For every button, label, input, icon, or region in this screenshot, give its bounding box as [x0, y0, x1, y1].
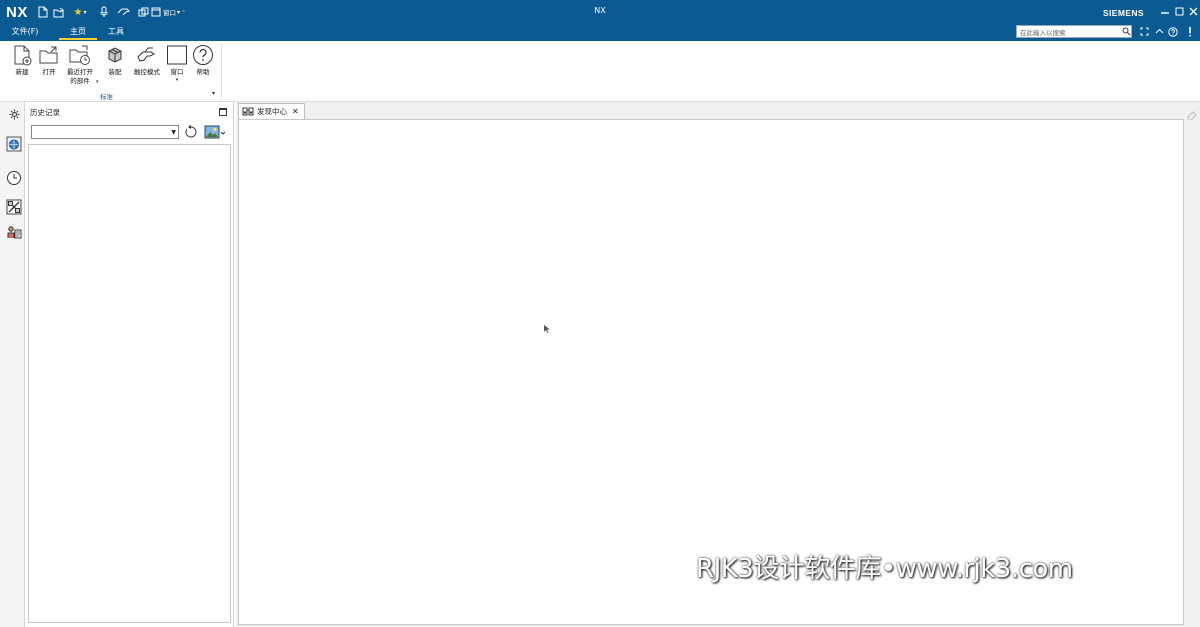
- title-bar: NX ★ ▾ 窗口 ▾ ⁼ NX SIEMENS 文件(F) 主页 工具 在此输入…: [0, 0, 1200, 41]
- window-icon: [165, 43, 189, 67]
- mouse-cursor-icon: [544, 325, 550, 333]
- tab-discovery-center[interactable]: 发现中心 ✕: [238, 103, 305, 119]
- touch-hand-icon: [135, 43, 159, 67]
- assembly-icon: [103, 43, 127, 67]
- ribbon-group-expand-icon[interactable]: ▾: [212, 90, 215, 97]
- restore-button[interactable]: [1173, 5, 1185, 17]
- resource-bar: [0, 102, 25, 627]
- tab-discovery-center-label: 发现中心: [257, 107, 287, 116]
- refresh-icon[interactable]: [183, 124, 199, 140]
- window-menu[interactable]: 窗口 ▾ ⁼: [151, 4, 197, 20]
- microphone-icon[interactable]: [99, 4, 109, 20]
- ribbon-group-label: 标准: [100, 93, 113, 101]
- ribbon: 新建 打开 最近打开 的部件 ▾ 装配 触控模式 窗口 ▾ 帮助 标准 ▾: [0, 41, 1200, 102]
- new-file-icon: [10, 43, 34, 67]
- chevron-down-icon: ▼: [171, 129, 176, 136]
- ribbon-divider: [221, 43, 222, 98]
- tab-home[interactable]: 主页: [59, 24, 97, 40]
- history-list[interactable]: [28, 144, 231, 623]
- favorite-star-icon[interactable]: ★ ▾: [70, 4, 90, 20]
- window-dropdown-icon[interactable]: ▾: [176, 77, 179, 83]
- tab-file[interactable]: 文件(F): [0, 24, 50, 40]
- history-panel: 历史记录 ▼: [26, 102, 234, 627]
- history-filter-dropdown[interactable]: ▼: [31, 125, 179, 139]
- copy-window-icon[interactable]: [137, 4, 149, 20]
- watermark-text: RJK3设计软件库•www.rjk3.com: [696, 554, 1073, 584]
- new-file-icon[interactable]: [37, 4, 49, 20]
- recent-parts-label: 最近打开 的部件: [67, 68, 93, 85]
- tab-tools[interactable]: 工具: [97, 24, 135, 40]
- nx-logo: NX: [6, 4, 28, 21]
- history-panel-title: 历史记录: [30, 108, 60, 117]
- open-folder-icon: [37, 43, 61, 67]
- collapse-ribbon-icon[interactable]: [1153, 25, 1165, 38]
- open-button-label: 打开: [42, 68, 56, 76]
- close-button[interactable]: [1187, 5, 1199, 17]
- help-icon[interactable]: [1167, 25, 1179, 38]
- discovery-center-icon: [242, 107, 254, 116]
- search-icon[interactable]: [1120, 25, 1132, 38]
- settings-gear-icon[interactable]: [5, 105, 23, 123]
- eraser-tool-icon[interactable]: [1187, 110, 1197, 121]
- new-button-label: 新建: [15, 68, 29, 76]
- help-icon: [191, 43, 215, 67]
- alert-icon[interactable]: [1184, 25, 1196, 38]
- recent-folder-icon: [68, 43, 92, 67]
- recent-parts-dropdown-icon[interactable]: ▾: [96, 79, 99, 85]
- menu-tabs: 文件(F) 主页 工具: [0, 24, 135, 40]
- command-search-input[interactable]: 在此输入以搜索: [1016, 25, 1132, 38]
- new-button[interactable]: 新建: [10, 43, 34, 77]
- maximize-panel-icon[interactable]: [219, 108, 227, 116]
- help-button-label: 帮助: [196, 68, 210, 76]
- close-tab-icon[interactable]: ✕: [292, 107, 299, 116]
- web-browser-icon[interactable]: [5, 135, 23, 153]
- assembly-button[interactable]: 装配: [104, 43, 126, 77]
- thumbnail-view-icon[interactable]: [204, 124, 226, 140]
- touch-mode-label: 触控模式: [134, 68, 160, 76]
- recent-parts-button[interactable]: 最近打开 的部件 ▾: [62, 43, 99, 86]
- assembly-button-label: 装配: [108, 68, 122, 76]
- touch-mode-button[interactable]: 触控模式: [131, 43, 163, 77]
- history-clock-icon[interactable]: [5, 169, 23, 187]
- help-button[interactable]: 帮助: [192, 43, 214, 77]
- window-button-label: 窗口: [170, 68, 184, 76]
- siemens-brand: SIEMENS: [1102, 8, 1144, 18]
- window-menu-label: 窗口: [163, 9, 176, 17]
- open-folder-icon[interactable]: [52, 4, 64, 20]
- reuse-library-icon[interactable]: [5, 198, 23, 216]
- touch-mode-icon[interactable]: [116, 4, 130, 20]
- roles-people-icon[interactable]: [5, 224, 23, 242]
- minimize-button[interactable]: [1159, 5, 1171, 17]
- window-button[interactable]: 窗口 ▾: [166, 43, 188, 83]
- fullscreen-icon[interactable]: [1138, 25, 1150, 38]
- open-button[interactable]: 打开: [37, 43, 61, 77]
